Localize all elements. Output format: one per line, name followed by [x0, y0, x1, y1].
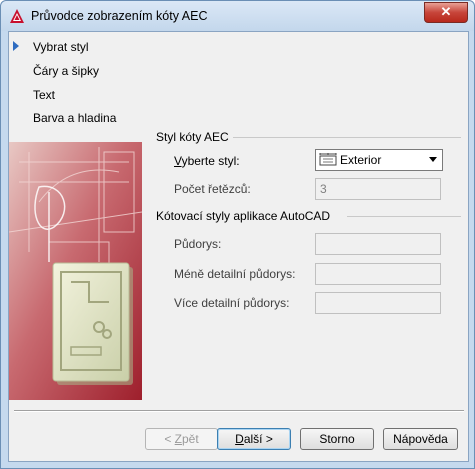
- less-detail-plan-field[interactable]: [315, 263, 441, 285]
- dialog-client-area: Vybrat styl Čáry a šipky Text Barva a hl…: [8, 31, 469, 462]
- back-button-mnemonic: Z: [174, 432, 182, 446]
- select-style-mnemonic: V: [174, 154, 182, 168]
- title-bar[interactable]: Průvodce zobrazením kóty AEC ✕: [1, 1, 474, 31]
- next-button[interactable]: Další >: [217, 428, 291, 450]
- less-detail-plan-label: Méně detailní půdorys:: [174, 267, 296, 281]
- close-icon: ✕: [440, 4, 452, 19]
- floor-plan-label: Půdorys:: [174, 237, 222, 251]
- next-button-mnemonic: D: [235, 432, 244, 446]
- select-style-label-rest: yberte styl:: [181, 154, 240, 168]
- group-divider: [347, 216, 461, 217]
- help-button[interactable]: Nápověda: [383, 428, 458, 450]
- next-button-rest: alší >: [243, 432, 273, 446]
- step-label: Čáry a šipky: [33, 64, 100, 78]
- cancel-button[interactable]: Storno: [300, 428, 374, 450]
- group-title-autocad-styles: Kótovací styly aplikace AutoCAD: [156, 209, 331, 223]
- wizard-illustration: [9, 142, 142, 400]
- back-button-rest: pět: [182, 432, 199, 446]
- chain-count-value: 3: [320, 182, 327, 196]
- more-detail-plan-label: Více detailní půdorys:: [174, 296, 290, 310]
- close-button[interactable]: ✕: [424, 2, 468, 23]
- chain-count-field[interactable]: 3: [315, 178, 441, 200]
- style-select[interactable]: Exterior: [315, 149, 443, 171]
- floor-plan-field[interactable]: [315, 233, 441, 255]
- footer-separator: [14, 410, 464, 412]
- group-divider: [233, 137, 461, 138]
- autocad-logo-icon: [9, 8, 25, 24]
- back-button-prefix: <: [164, 432, 175, 446]
- group-title-aec-style: Styl kóty AEC: [156, 130, 229, 144]
- step-label: Text: [33, 88, 56, 102]
- back-button[interactable]: < Zpět: [145, 428, 218, 450]
- step-label: Vybrat styl: [33, 40, 89, 54]
- step-label: Barva a hladina: [33, 111, 117, 125]
- style-select-value: Exterior: [340, 153, 382, 167]
- dialog-window: Průvodce zobrazením kóty AEC ✕ Vybrat st…: [0, 0, 475, 469]
- arrow-right-icon: [13, 41, 19, 51]
- select-style-label: Vyberte styl:: [174, 154, 240, 168]
- window-title: Průvodce zobrazením kóty AEC: [31, 9, 208, 23]
- dimension-style-icon: [319, 153, 337, 166]
- chain-count-label: Počet řetězců:: [174, 182, 251, 196]
- more-detail-plan-field[interactable]: [315, 292, 441, 314]
- chevron-down-icon: [429, 157, 437, 162]
